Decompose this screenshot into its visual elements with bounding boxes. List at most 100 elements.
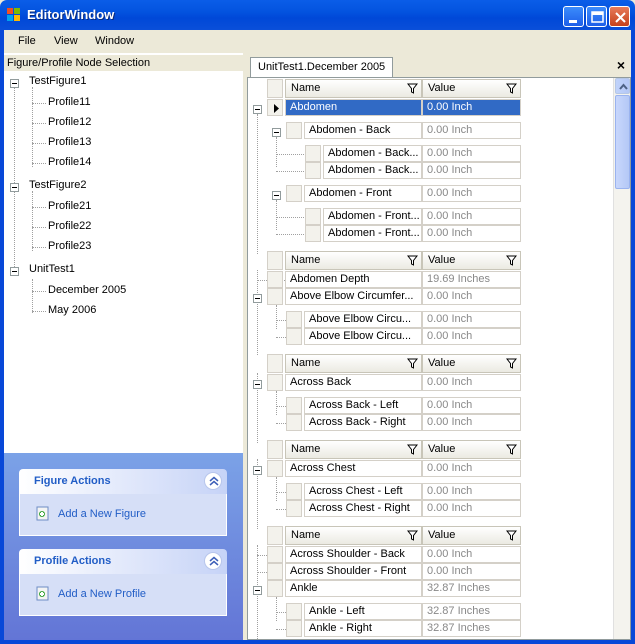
figure-tree[interactable]: TestFigure1 Profile11 Profile12 Profile1… <box>4 73 243 453</box>
filter-icon[interactable] <box>506 83 517 94</box>
tree-node-profile11[interactable]: Profile11 <box>48 96 91 108</box>
table-row-value[interactable]: 0.00 Inch <box>422 328 521 345</box>
table-row-name[interactable]: Across Chest <box>285 460 422 477</box>
table-row-value[interactable]: 0.00 Inch <box>422 546 521 563</box>
tree-node-testfigure1[interactable]: TestFigure1 <box>29 75 86 87</box>
measurement-grid[interactable]: Name Value Abdomen 0.00 Inch Abdomen - B… <box>247 77 631 640</box>
row-header[interactable] <box>267 99 283 116</box>
table-row-value[interactable]: 0.00 Inch <box>422 311 521 328</box>
row-header[interactable] <box>267 288 283 305</box>
row-header[interactable] <box>267 546 283 563</box>
table-row-value[interactable]: 0.00 Inch <box>422 374 521 391</box>
filter-icon[interactable] <box>506 530 517 541</box>
row-header[interactable] <box>286 620 302 637</box>
table-row-value[interactable]: 0.00 Inch <box>422 483 521 500</box>
table-row-name[interactable]: Across Chest - Left <box>304 483 422 500</box>
table-row-name[interactable]: Across Back <box>285 374 422 391</box>
menu-window[interactable]: Window <box>95 35 134 47</box>
row-header[interactable] <box>286 311 302 328</box>
row-header[interactable] <box>267 580 283 597</box>
filter-icon[interactable] <box>506 444 517 455</box>
row-header[interactable] <box>286 328 302 345</box>
add-new-profile-link[interactable]: Add a New Profile <box>58 588 146 600</box>
table-row-value[interactable]: 0.00 Inch <box>422 563 521 580</box>
column-header-name[interactable]: Name <box>285 251 422 270</box>
row-header[interactable] <box>267 460 283 477</box>
expander-testfigure2[interactable] <box>10 183 19 192</box>
table-row-value[interactable]: 0.00 Inch <box>422 162 521 179</box>
maximize-button[interactable] <box>586 6 607 27</box>
row-expander[interactable] <box>253 586 262 595</box>
add-new-figure-link[interactable]: Add a New Figure <box>58 508 146 520</box>
column-header-value[interactable]: Value <box>422 440 521 459</box>
table-row-name[interactable]: Ankle - Right <box>304 620 422 637</box>
table-row-name[interactable]: Abdomen - Front... <box>323 225 422 242</box>
table-row-name[interactable]: Above Elbow Circu... <box>304 311 422 328</box>
row-expander[interactable] <box>253 294 262 303</box>
table-row-value[interactable]: 0.00 Inch <box>422 99 521 116</box>
row-header[interactable] <box>305 208 321 225</box>
table-row-name[interactable]: Abdomen - Back... <box>323 145 422 162</box>
collapse-profile-actions-button[interactable] <box>204 552 222 570</box>
table-row-value[interactable]: 32.87 Inches <box>422 603 521 620</box>
row-header[interactable] <box>286 122 302 139</box>
table-row-name[interactable]: Above Elbow Circumfer... <box>285 288 422 305</box>
row-header[interactable] <box>305 145 321 162</box>
row-header[interactable] <box>286 397 302 414</box>
tree-node-profile21[interactable]: Profile21 <box>48 200 91 212</box>
tree-node-profile14[interactable]: Profile14 <box>48 156 91 168</box>
collapse-figure-actions-button[interactable] <box>204 472 222 490</box>
close-button[interactable] <box>609 6 630 27</box>
figure-actions-header[interactable]: Figure Actions <box>19 469 227 494</box>
table-row-name[interactable]: Abdomen - Back... <box>323 162 422 179</box>
expander-unittest1[interactable] <box>10 267 19 276</box>
menu-view[interactable]: View <box>54 35 78 47</box>
tree-node-unittest1[interactable]: UnitTest1 <box>29 263 75 275</box>
table-row-value[interactable]: 0.00 Inch <box>422 460 521 477</box>
table-row-name[interactable]: Across Shoulder - Back <box>285 546 422 563</box>
row-header[interactable] <box>286 414 302 431</box>
row-expander[interactable] <box>272 128 281 137</box>
table-row-value[interactable]: 32.87 Inches <box>422 580 521 597</box>
table-row-name[interactable]: Ankle - Left <box>304 603 422 620</box>
table-row-value[interactable]: 0.00 Inch <box>422 185 521 202</box>
row-header[interactable] <box>305 162 321 179</box>
tree-node-profile22[interactable]: Profile22 <box>48 220 91 232</box>
close-tab-button[interactable]: × <box>617 57 625 73</box>
column-header-value[interactable]: Value <box>422 79 521 98</box>
filter-icon[interactable] <box>506 358 517 369</box>
table-row-name[interactable]: Ankle <box>285 580 422 597</box>
filter-icon[interactable] <box>407 83 418 94</box>
row-header[interactable] <box>267 563 283 580</box>
column-header-name[interactable]: Name <box>285 526 422 545</box>
table-row-value[interactable]: 19.69 Inches <box>422 271 521 288</box>
filter-icon[interactable] <box>407 530 418 541</box>
scroll-thumb[interactable] <box>615 95 630 189</box>
tab-unittest1-december-2005[interactable]: UnitTest1.December 2005 <box>250 57 393 77</box>
tree-node-profile12[interactable]: Profile12 <box>48 116 91 128</box>
table-row-value[interactable]: 0.00 Inch <box>422 122 521 139</box>
row-header[interactable] <box>286 185 302 202</box>
table-row-name[interactable]: Abdomen - Front <box>304 185 422 202</box>
expander-testfigure1[interactable] <box>10 79 19 88</box>
table-row-name[interactable]: Abdomen Depth <box>285 271 422 288</box>
tree-node-profile23[interactable]: Profile23 <box>48 240 91 252</box>
column-header-value[interactable]: Value <box>422 354 521 373</box>
row-expander[interactable] <box>253 380 262 389</box>
row-expander[interactable] <box>253 105 262 114</box>
tree-node-testfigure2[interactable]: TestFigure2 <box>29 179 86 191</box>
row-expander[interactable] <box>272 191 281 200</box>
filter-icon[interactable] <box>407 255 418 266</box>
menu-file[interactable]: File <box>18 35 36 47</box>
title-bar[interactable]: EditorWindow <box>0 0 635 30</box>
row-expander[interactable] <box>253 466 262 475</box>
table-row-name[interactable]: Across Back - Left <box>304 397 422 414</box>
row-header[interactable] <box>286 603 302 620</box>
table-row-value[interactable]: 0.00 Inch <box>422 500 521 517</box>
profile-actions-header[interactable]: Profile Actions <box>19 549 227 574</box>
filter-icon[interactable] <box>407 358 418 369</box>
table-row-value[interactable]: 0.00 Inch <box>422 397 521 414</box>
row-header[interactable] <box>267 374 283 391</box>
table-row-value[interactable]: 0.00 Inch <box>422 225 521 242</box>
table-row-name[interactable]: Across Chest - Right <box>304 500 422 517</box>
